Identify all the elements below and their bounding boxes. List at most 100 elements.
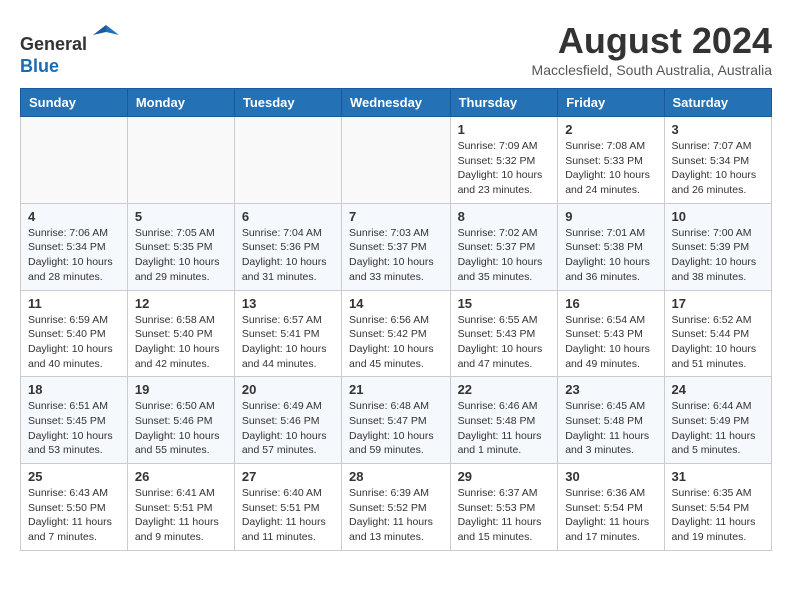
day-number: 8: [458, 209, 551, 224]
calendar-cell: 30Sunrise: 6:36 AMSunset: 5:54 PMDayligh…: [558, 464, 664, 551]
calendar-cell: 19 Sunrise: 6:50 AMSunset: 5:46 PMDayligh…: [127, 377, 234, 464]
day-number: 27: [242, 469, 334, 484]
month-year-title: August 2024: [532, 20, 772, 62]
day-info: Sunrise: 6:40 AMSunset: 5:51 PMDaylight:…: [242, 486, 334, 545]
day-info: Sunrise: 6:50 AMSunset: 5:46 PMDaylight:…: [135, 399, 227, 458]
day-number: 7: [349, 209, 443, 224]
logo: General Blue: [20, 20, 121, 77]
week-row-5: 25 Sunrise: 6:43 AMSunset: 5:50 PMDayligh…: [21, 464, 772, 551]
day-number: 31: [672, 469, 764, 484]
calendar-table: SundayMondayTuesdayWednesdayThursdayFrid…: [20, 88, 772, 551]
day-info: Sunrise: 7:02 AMSunset: 5:37 PMDaylight:…: [458, 226, 551, 285]
day-info: Sunrise: 6:41 AMSunset: 5:51 PMDaylight:…: [135, 486, 227, 545]
weekday-header-row: SundayMondayTuesdayWednesdayThursdayFrid…: [21, 89, 772, 117]
week-row-2: 4Sunrise: 7:06 AMSunset: 5:34 PMDaylight…: [21, 203, 772, 290]
day-info: Sunrise: 6:56 AMSunset: 5:42 PMDaylight:…: [349, 313, 443, 372]
calendar-cell: 27 Sunrise: 6:40 AMSunset: 5:51 PMDayligh…: [234, 464, 341, 551]
calendar-cell: 25 Sunrise: 6:43 AMSunset: 5:50 PMDayligh…: [21, 464, 128, 551]
day-number: 23: [565, 382, 656, 397]
page-header: General Blue August 2024 Macclesfield, S…: [20, 20, 772, 78]
day-number: 19: [135, 382, 227, 397]
day-info: Sunrise: 6:52 AMSunset: 5:44 PMDaylight:…: [672, 313, 764, 372]
calendar-cell: [234, 117, 341, 204]
calendar-cell: 20 Sunrise: 6:49 AMSunset: 5:46 PMDayligh…: [234, 377, 341, 464]
calendar-cell: 9 Sunrise: 7:01 AMSunset: 5:38 PMDaylight…: [558, 203, 664, 290]
logo-blue: Blue: [20, 56, 59, 76]
calendar-cell: 22Sunrise: 6:46 AMSunset: 5:48 PMDayligh…: [450, 377, 558, 464]
calendar-cell: 4Sunrise: 7:06 AMSunset: 5:34 PMDaylight…: [21, 203, 128, 290]
day-number: 29: [458, 469, 551, 484]
weekday-header-sunday: Sunday: [21, 89, 128, 117]
day-info: Sunrise: 7:06 AMSunset: 5:34 PMDaylight:…: [28, 226, 120, 285]
calendar-cell: [127, 117, 234, 204]
day-info: Sunrise: 7:07 AMSunset: 5:34 PMDaylight:…: [672, 139, 764, 198]
day-info: Sunrise: 6:49 AMSunset: 5:46 PMDaylight:…: [242, 399, 334, 458]
calendar-cell: 26Sunrise: 6:41 AMSunset: 5:51 PMDayligh…: [127, 464, 234, 551]
day-number: 25: [28, 469, 120, 484]
weekday-header-monday: Monday: [127, 89, 234, 117]
day-info: Sunrise: 6:46 AMSunset: 5:48 PMDaylight:…: [458, 399, 551, 458]
day-number: 13: [242, 296, 334, 311]
day-info: Sunrise: 6:57 AMSunset: 5:41 PMDaylight:…: [242, 313, 334, 372]
calendar-cell: 12 Sunrise: 6:58 AMSunset: 5:40 PMDayligh…: [127, 290, 234, 377]
day-number: 18: [28, 382, 120, 397]
day-info: Sunrise: 7:09 AMSunset: 5:32 PMDaylight:…: [458, 139, 551, 198]
day-info: Sunrise: 6:59 AMSunset: 5:40 PMDaylight:…: [28, 313, 120, 372]
day-info: Sunrise: 7:00 AMSunset: 5:39 PMDaylight:…: [672, 226, 764, 285]
day-info: Sunrise: 7:04 AMSunset: 5:36 PMDaylight:…: [242, 226, 334, 285]
day-number: 24: [672, 382, 764, 397]
calendar-cell: 28 Sunrise: 6:39 AMSunset: 5:52 PMDayligh…: [342, 464, 451, 551]
day-info: Sunrise: 6:43 AMSunset: 5:50 PMDaylight:…: [28, 486, 120, 545]
day-info: Sunrise: 6:45 AMSunset: 5:48 PMDaylight:…: [565, 399, 656, 458]
weekday-header-wednesday: Wednesday: [342, 89, 451, 117]
calendar-cell: 14 Sunrise: 6:56 AMSunset: 5:42 PMDayligh…: [342, 290, 451, 377]
calendar-cell: 3 Sunrise: 7:07 AMSunset: 5:34 PMDaylight…: [664, 117, 771, 204]
day-info: Sunrise: 6:35 AMSunset: 5:54 PMDaylight:…: [672, 486, 764, 545]
day-number: 20: [242, 382, 334, 397]
day-number: 1: [458, 122, 551, 137]
week-row-1: 1 Sunrise: 7:09 AMSunset: 5:32 PMDaylight…: [21, 117, 772, 204]
calendar-cell: 5 Sunrise: 7:05 AMSunset: 5:35 PMDaylight…: [127, 203, 234, 290]
day-info: Sunrise: 6:36 AMSunset: 5:54 PMDaylight:…: [565, 486, 656, 545]
day-info: Sunrise: 6:37 AMSunset: 5:53 PMDaylight:…: [458, 486, 551, 545]
day-number: 2: [565, 122, 656, 137]
weekday-header-tuesday: Tuesday: [234, 89, 341, 117]
day-number: 5: [135, 209, 227, 224]
calendar-cell: [21, 117, 128, 204]
logo-general: General: [20, 34, 87, 54]
weekday-header-friday: Friday: [558, 89, 664, 117]
day-number: 28: [349, 469, 443, 484]
calendar-cell: 2 Sunrise: 7:08 AMSunset: 5:33 PMDaylight…: [558, 117, 664, 204]
calendar-cell: 13 Sunrise: 6:57 AMSunset: 5:41 PMDayligh…: [234, 290, 341, 377]
calendar-cell: 8 Sunrise: 7:02 AMSunset: 5:37 PMDaylight…: [450, 203, 558, 290]
calendar-cell: 24Sunrise: 6:44 AMSunset: 5:49 PMDayligh…: [664, 377, 771, 464]
day-number: 12: [135, 296, 227, 311]
day-info: Sunrise: 6:58 AMSunset: 5:40 PMDaylight:…: [135, 313, 227, 372]
day-number: 3: [672, 122, 764, 137]
day-number: 17: [672, 296, 764, 311]
calendar-cell: 11 Sunrise: 6:59 AMSunset: 5:40 PMDayligh…: [21, 290, 128, 377]
calendar-cell: 21Sunrise: 6:48 AMSunset: 5:47 PMDayligh…: [342, 377, 451, 464]
week-row-3: 11 Sunrise: 6:59 AMSunset: 5:40 PMDayligh…: [21, 290, 772, 377]
location-subtitle: Macclesfield, South Australia, Australia: [532, 62, 772, 78]
calendar-cell: 23 Sunrise: 6:45 AMSunset: 5:48 PMDayligh…: [558, 377, 664, 464]
day-number: 11: [28, 296, 120, 311]
day-info: Sunrise: 6:39 AMSunset: 5:52 PMDaylight:…: [349, 486, 443, 545]
calendar-cell: 15Sunrise: 6:55 AMSunset: 5:43 PMDayligh…: [450, 290, 558, 377]
day-info: Sunrise: 7:05 AMSunset: 5:35 PMDaylight:…: [135, 226, 227, 285]
calendar-cell: 16Sunrise: 6:54 AMSunset: 5:43 PMDayligh…: [558, 290, 664, 377]
day-info: Sunrise: 7:01 AMSunset: 5:38 PMDaylight:…: [565, 226, 656, 285]
title-section: August 2024 Macclesfield, South Australi…: [532, 20, 772, 78]
day-number: 14: [349, 296, 443, 311]
day-info: Sunrise: 6:48 AMSunset: 5:47 PMDaylight:…: [349, 399, 443, 458]
calendar-cell: 29 Sunrise: 6:37 AMSunset: 5:53 PMDayligh…: [450, 464, 558, 551]
weekday-header-saturday: Saturday: [664, 89, 771, 117]
day-info: Sunrise: 7:03 AMSunset: 5:37 PMDaylight:…: [349, 226, 443, 285]
day-info: Sunrise: 6:55 AMSunset: 5:43 PMDaylight:…: [458, 313, 551, 372]
calendar-cell: 10Sunrise: 7:00 AMSunset: 5:39 PMDayligh…: [664, 203, 771, 290]
day-number: 9: [565, 209, 656, 224]
day-number: 6: [242, 209, 334, 224]
calendar-cell: 1 Sunrise: 7:09 AMSunset: 5:32 PMDaylight…: [450, 117, 558, 204]
day-number: 16: [565, 296, 656, 311]
day-info: Sunrise: 7:08 AMSunset: 5:33 PMDaylight:…: [565, 139, 656, 198]
